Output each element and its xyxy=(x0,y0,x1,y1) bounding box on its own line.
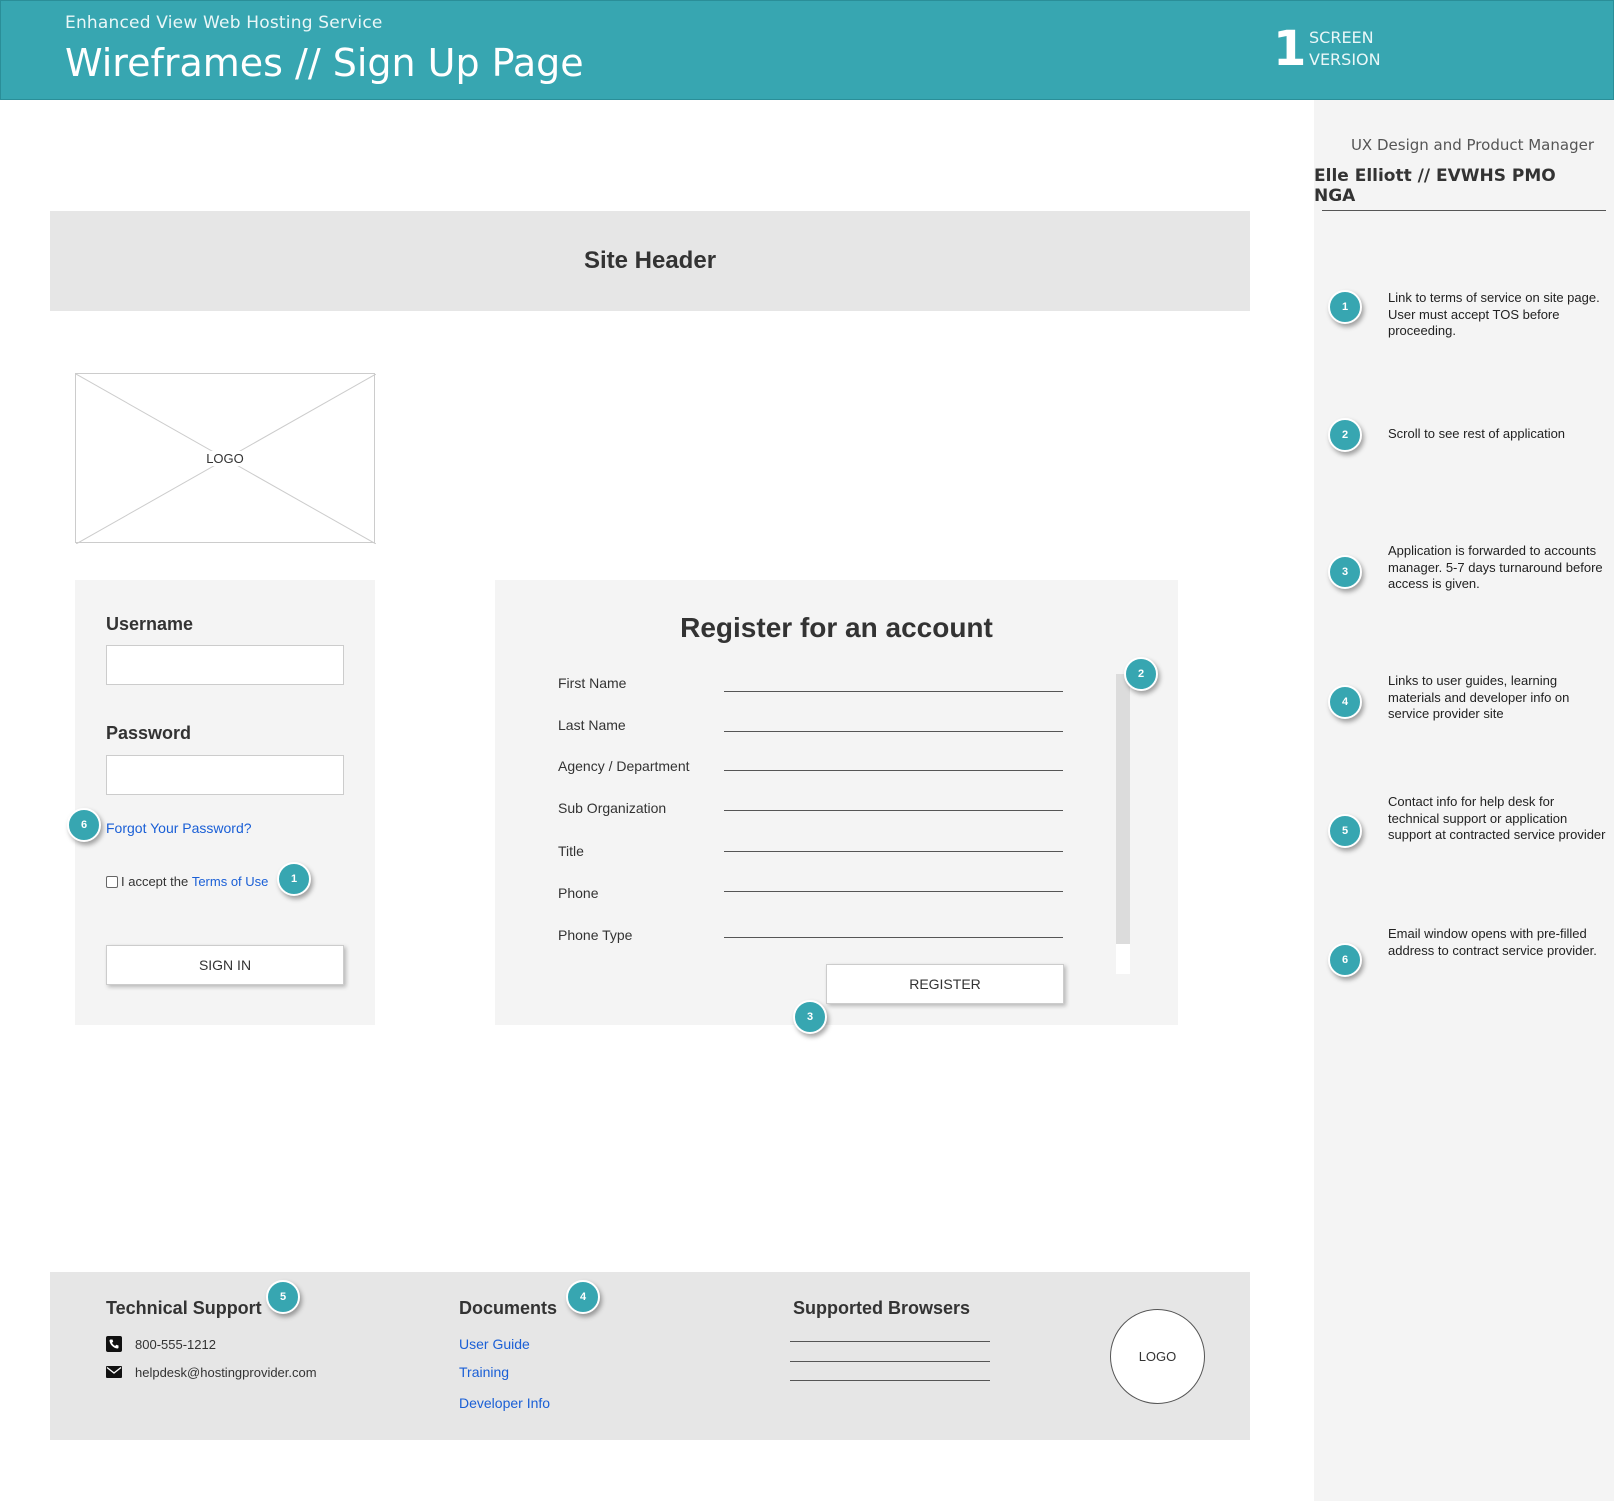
title-bar: Enhanced View Web Hosting Service Wirefr… xyxy=(0,0,1614,100)
sub-organization-field[interactable] xyxy=(724,810,1063,811)
mail-icon xyxy=(106,1366,122,1378)
annotation-badge-1: 1 xyxy=(277,862,311,896)
register-title: Register for an account xyxy=(680,612,993,643)
sub-organization-label: Sub Organization xyxy=(558,800,667,816)
scrollbar-thumb[interactable] xyxy=(1116,944,1130,974)
annotation-badge-2: 2 xyxy=(1124,657,1158,691)
annotation-text: Contact info for help desk for technical… xyxy=(1388,794,1606,842)
annotation-text: Email window opens with pre-filled addre… xyxy=(1388,926,1597,958)
annotation-badge: 6 xyxy=(1328,943,1362,977)
footer-logo: LOGO xyxy=(1110,1309,1205,1404)
terms-of-use-link[interactable]: Terms of Use xyxy=(192,874,269,889)
supported-browsers-heading: Supported Browsers xyxy=(793,1298,971,1318)
annotation-badge-4: 4 xyxy=(566,1280,600,1314)
annotation-sidebar: UX Design and Product Manager Elle Ellio… xyxy=(1314,100,1614,1501)
terms-prefix-text: I accept the xyxy=(121,874,192,889)
phone-icon xyxy=(106,1336,122,1352)
annotation-badge-6: 6 xyxy=(67,808,101,842)
annotation-badge: 5 xyxy=(1328,814,1362,848)
last-name-label: Last Name xyxy=(558,717,626,733)
first-name-label: First Name xyxy=(558,675,627,691)
author-role: UX Design and Product Manager xyxy=(1350,136,1594,154)
terms-checkbox[interactable] xyxy=(106,875,118,888)
annotation-text: Scroll to see rest of application xyxy=(1388,426,1566,441)
annotation-badge: 3 xyxy=(1328,555,1362,589)
annotation-text: Application is forwarded to accounts man… xyxy=(1388,543,1603,591)
annotation-text: Links to user guides, learning materials… xyxy=(1388,673,1570,721)
annotation-badge-5: 5 xyxy=(266,1280,300,1314)
page-title: Wireframes // Sign Up Page xyxy=(65,41,584,85)
browser-line xyxy=(790,1380,990,1381)
sidebar-divider xyxy=(1322,210,1606,211)
documents-heading: Documents xyxy=(459,1298,558,1318)
author-name: Elle Elliott // EVWHS PMO NGA xyxy=(1314,166,1556,206)
version-label-line-2: VERSION xyxy=(1309,50,1381,69)
terms-acceptance: I accept the Terms of Use xyxy=(106,874,268,889)
support-phone-number: 800-555-1212 xyxy=(135,1336,216,1352)
forgot-password-link[interactable]: Forgot Your Password? xyxy=(106,820,252,836)
site-footer: Technical Support 800-555-1212 helpdesk@… xyxy=(50,1272,1250,1440)
version-label: SCREEN VERSION xyxy=(1309,27,1381,71)
annotation-badge: 1 xyxy=(1328,290,1362,324)
version-label-line-1: SCREEN xyxy=(1309,28,1374,47)
training-link[interactable]: Training xyxy=(459,1364,509,1380)
technical-support-heading: Technical Support xyxy=(106,1298,262,1318)
project-subtitle: Enhanced View Web Hosting Service xyxy=(65,13,383,33)
title-field[interactable] xyxy=(724,851,1063,852)
form-scrollbar[interactable] xyxy=(1116,674,1130,974)
annotation-badge: 4 xyxy=(1328,685,1362,719)
support-email: helpdesk@hostingprovider.com xyxy=(106,1364,317,1380)
sign-in-button[interactable]: SIGN IN xyxy=(106,945,344,985)
logo-placeholder: LOGO xyxy=(75,373,376,544)
version-number: 1 xyxy=(1273,21,1307,77)
logo-label: LOGO xyxy=(204,450,246,466)
username-input[interactable] xyxy=(106,645,344,685)
site-header: Site Header xyxy=(50,211,1250,311)
phone-field[interactable] xyxy=(724,891,1063,892)
register-panel: Register for an account First Name Last … xyxy=(495,580,1178,1025)
browser-line xyxy=(790,1341,990,1342)
password-input[interactable] xyxy=(106,755,344,795)
support-email-address: helpdesk@hostingprovider.com xyxy=(135,1364,317,1380)
first-name-field[interactable] xyxy=(724,691,1063,692)
agency-field[interactable] xyxy=(724,770,1063,771)
phone-label: Phone xyxy=(558,885,599,901)
password-label: Password xyxy=(106,723,192,743)
user-guide-link[interactable]: User Guide xyxy=(459,1336,530,1352)
phone-type-label: Phone Type xyxy=(558,927,633,943)
support-phone: 800-555-1212 xyxy=(106,1336,216,1352)
phone-type-field[interactable] xyxy=(724,937,1063,938)
annotation-badge-3: 3 xyxy=(793,1000,827,1034)
register-button[interactable]: REGISTER xyxy=(826,964,1064,1004)
developer-info-link[interactable]: Developer Info xyxy=(459,1395,550,1411)
login-panel: Username Password Forgot Your Password? … xyxy=(75,580,375,1025)
browser-line xyxy=(790,1361,990,1362)
annotation-text: Link to terms of service on site page. U… xyxy=(1388,290,1600,338)
last-name-field[interactable] xyxy=(724,731,1063,732)
title-label: Title xyxy=(558,843,584,859)
agency-label: Agency / Department xyxy=(558,758,690,774)
annotation-badge: 2 xyxy=(1328,418,1362,452)
username-label: Username xyxy=(106,614,194,634)
